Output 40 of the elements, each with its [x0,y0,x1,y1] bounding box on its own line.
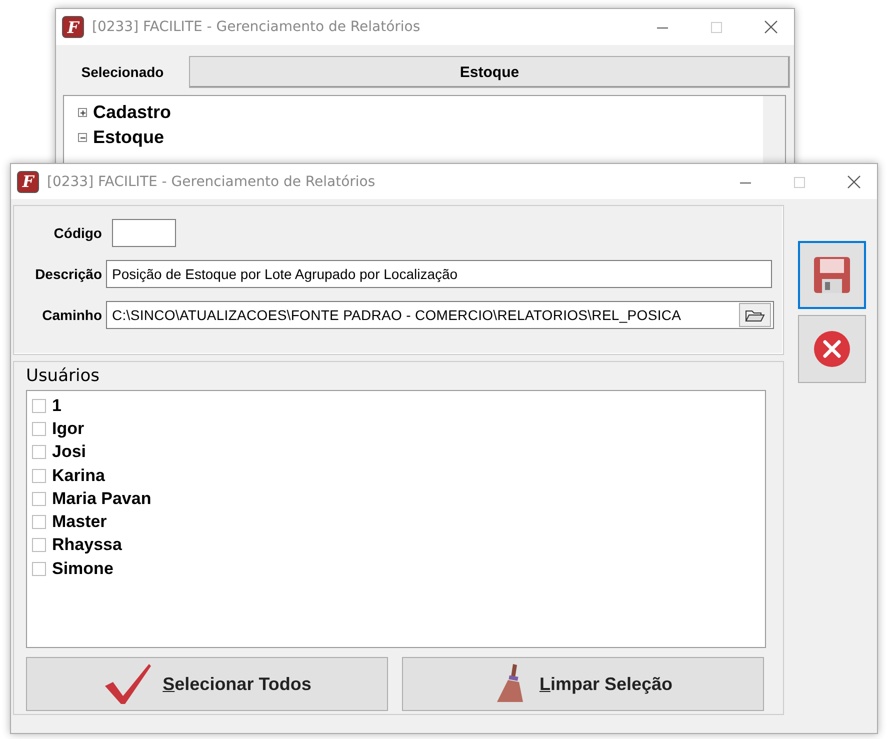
user-name[interactable]: 1 [52,396,62,416]
window-title: [0233] FACILITE - Gerenciamento de Relatórios [92,19,422,35]
user-name[interactable]: Josi [52,442,86,462]
checkbox[interactable] [32,398,46,413]
selected-label: Selecionado [80,64,165,80]
field-label: Caminho [41,307,102,323]
user-name[interactable]: Karina [52,466,105,486]
checkbox[interactable] [32,468,46,483]
user-name[interactable]: Maria Pavan [52,488,152,509]
user-name[interactable]: Master [52,512,107,532]
checkmark-icon [102,662,153,706]
group-title: Usuários [26,366,100,386]
code-field[interactable] [112,219,176,247]
tree-item[interactable]: Cadastro [93,102,172,123]
user-name[interactable]: Rhayssa [52,535,122,556]
field-label: Código [52,225,102,241]
user-name[interactable]: Simone [52,558,114,579]
path-field[interactable]: C:\SINCO\ATUALIZACOES\FONTE PADRAO - COMERCIO\RELATORIOS\REL_POSICA [106,301,774,329]
checkbox[interactable] [32,562,46,576]
cancel-icon [812,329,852,369]
description-field[interactable]: Posição de Estoque por Lote Agrupado por Localização [106,260,772,288]
checkbox[interactable] [32,445,46,460]
checkbox[interactable] [32,492,46,506]
collapse-icon[interactable] [78,133,87,142]
select-all-button[interactable]: Selecionar Todos [26,657,388,711]
expand-icon[interactable] [78,108,87,117]
clear-selection-button[interactable]: Limpar Seleção [402,657,764,711]
save-button[interactable] [798,241,866,309]
window-title: [0233] FACILITE - Gerenciamento de Relatórios [47,174,376,190]
folder-open-icon[interactable] [739,303,771,327]
checkbox[interactable] [32,538,46,552]
field-label: Descrição [34,266,102,282]
user-name[interactable]: Igor [52,418,84,439]
tree-item[interactable]: Estoque [93,127,164,148]
checkbox[interactable] [32,422,46,436]
app-icon: F [62,16,84,38]
selected-category-button[interactable]: Estoque [189,56,790,88]
checkbox[interactable] [32,515,46,530]
cancel-button[interactable] [798,315,866,383]
app-icon: F [17,170,39,192]
